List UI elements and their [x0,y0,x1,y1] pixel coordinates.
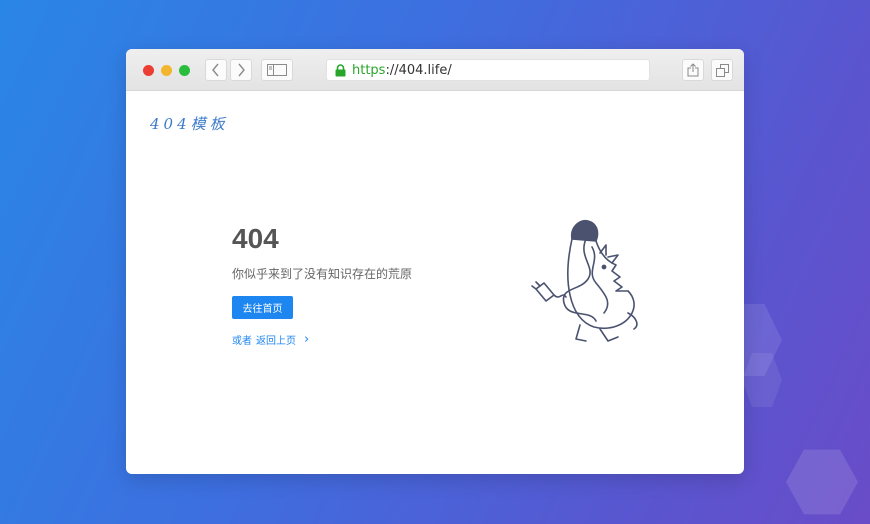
address-bar[interactable]: https://404.life/ [326,59,650,81]
lock-icon [335,63,346,76]
error-code: 404 [232,223,279,254]
back-link-prefix: 或者 [232,336,252,347]
zoom-window-button[interactable] [179,65,190,76]
share-icon [687,63,699,77]
error-message: 你似乎来到了没有知识存在的荒原 [232,267,413,281]
url-scheme: https [352,62,386,78]
sidebar-icon [267,64,287,76]
go-back-link[interactable]: 返回上页 [256,332,296,347]
unplugged-creature-illustration [531,219,638,342]
decorative-hexagon [786,449,858,515]
chevron-left-icon [212,63,219,77]
back-button[interactable] [205,59,227,81]
forward-button[interactable] [230,59,252,81]
tabs-overview-button[interactable] [711,59,733,81]
tabs-icon [715,63,729,77]
site-logo[interactable]: 404模板 [150,113,229,134]
go-home-button[interactable]: 去往首页 [232,296,293,319]
page-content: 404模板 404 你似乎来到了没有知识存在的荒原 去往首页 或者 返回上页 › [126,91,744,474]
browser-titlebar: https://404.life/ [126,49,744,91]
sidebar-toggle-button[interactable] [261,59,293,81]
browser-window: https://404.life/ 404模板 404 你似乎来到了没有知识存在… [126,49,744,474]
chevron-right-icon: › [304,332,310,347]
chevron-right-icon [238,63,245,77]
back-link-row: 或者 返回上页 › [232,332,309,347]
share-button[interactable] [682,59,704,81]
close-window-button[interactable] [143,65,154,76]
url-host: ://404.life/ [385,62,452,78]
minimize-window-button[interactable] [161,65,172,76]
